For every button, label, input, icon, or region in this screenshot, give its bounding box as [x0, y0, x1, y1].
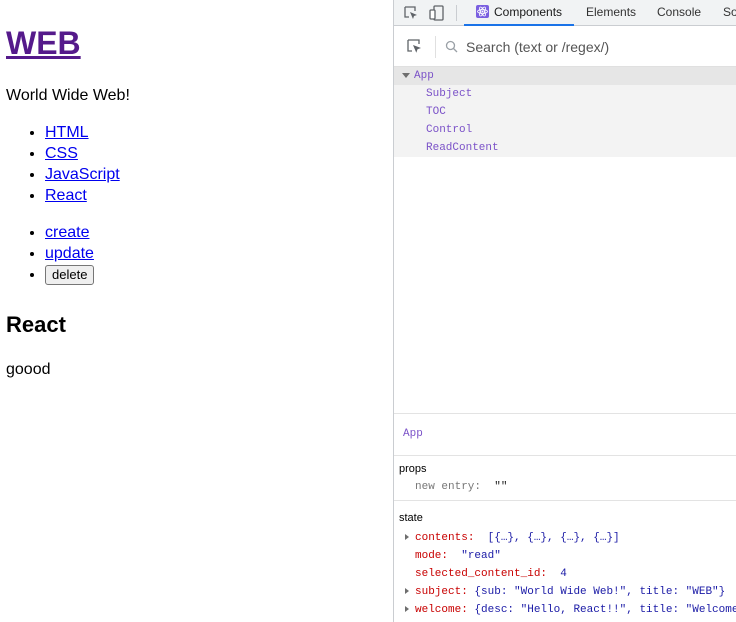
create-link[interactable]: create: [45, 224, 89, 241]
divider: [394, 413, 736, 414]
state-row-selected-content-id[interactable]: selected_content_id: 4: [394, 565, 736, 583]
state-heading: state: [399, 512, 423, 524]
device-toolbar-icon[interactable]: [428, 4, 446, 22]
state-row-contents[interactable]: contents: [{…}, {…}, {…}, {…}]: [394, 529, 736, 547]
article-title: React: [6, 312, 66, 337]
state-row-welcome[interactable]: welcome: {desc: "Hello, React!!", title:…: [394, 601, 736, 619]
expand-arrow-icon[interactable]: [402, 73, 410, 78]
prop-value: "": [494, 481, 508, 493]
toc-item: React: [45, 185, 120, 206]
search-separator: [435, 36, 436, 58]
expand-arrow-icon[interactable]: [405, 588, 409, 594]
tree-node-readcontent[interactable]: ReadContent: [394, 139, 736, 157]
tree-node-label: App: [414, 70, 434, 82]
props-heading: props: [399, 463, 427, 475]
search-icon: [445, 40, 458, 56]
react-logo-icon: [476, 5, 489, 18]
state-key: subject: [415, 586, 462, 598]
state-key: contents: [415, 532, 468, 544]
divider: [394, 500, 736, 501]
site-subtitle: World Wide Web!: [6, 87, 130, 104]
tab-components[interactable]: Components: [464, 0, 575, 26]
article-desc: goood: [6, 361, 51, 378]
site-title-link[interactable]: WEB: [6, 25, 81, 61]
tree-node-control[interactable]: Control: [394, 121, 736, 139]
site-title: WEB: [6, 24, 81, 62]
tab-components-label: Components: [494, 5, 563, 19]
toc-item: HTML: [45, 122, 120, 143]
tab-sources[interactable]: So: [723, 0, 736, 26]
component-search-bar: [394, 27, 736, 67]
toolbar-separator: [456, 5, 457, 21]
update-link[interactable]: update: [45, 245, 94, 262]
search-input[interactable]: [464, 35, 724, 59]
toc-list: HTML CSS JavaScript React: [0, 122, 120, 206]
web-page: WEB World Wide Web! HTML CSS JavaScript …: [0, 0, 393, 622]
tree-node-subject[interactable]: Subject: [394, 85, 736, 103]
state-row-subject[interactable]: subject: {sub: "World Wide Web!", title:…: [394, 583, 736, 601]
state-key: selected_content_id: [415, 568, 541, 580]
state-row-mode[interactable]: mode: "read": [394, 547, 736, 565]
tab-console[interactable]: Console: [657, 0, 701, 26]
prop-key: new entry: [415, 481, 475, 493]
state-value: [{…}, {…}, {…}, {…}]: [487, 532, 620, 544]
expand-arrow-icon[interactable]: [405, 534, 409, 540]
toc-item: CSS: [45, 143, 120, 164]
toc-link-javascript[interactable]: JavaScript: [45, 166, 120, 183]
toc-item: JavaScript: [45, 164, 120, 185]
delete-button[interactable]: delete: [45, 265, 95, 285]
tree-node-toc[interactable]: TOC: [394, 103, 736, 121]
devtools-panel: Components Elements Console So App Subje…: [393, 0, 736, 622]
expand-arrow-icon[interactable]: [405, 606, 409, 612]
control-item: create: [45, 222, 94, 243]
inspect-element-icon[interactable]: [402, 4, 420, 22]
control-item: update: [45, 243, 94, 264]
state-value: 4: [560, 568, 567, 580]
control-item: delete: [45, 264, 95, 285]
state-key: welcome: [415, 604, 462, 616]
tab-elements[interactable]: Elements: [586, 0, 636, 26]
select-component-icon[interactable]: [406, 38, 424, 59]
component-tree: App Subject TOC Control ReadContent: [394, 67, 736, 157]
selected-component-name: App: [403, 428, 423, 440]
toc-link-css[interactable]: CSS: [45, 145, 78, 162]
control-list: create update delete: [0, 222, 95, 285]
props-row-new-entry[interactable]: new entry: "": [394, 478, 736, 496]
divider: [394, 455, 736, 456]
state-value: {desc: "Hello, React!!", title: "Welcome…: [474, 604, 736, 616]
state-value: "read": [461, 550, 501, 562]
tree-node-app[interactable]: App: [394, 67, 736, 85]
state-value: {sub: "World Wide Web!", title: "WEB"}: [474, 586, 726, 598]
devtools-toolbar: Components Elements Console So: [394, 0, 736, 26]
toc-link-html[interactable]: HTML: [45, 124, 89, 141]
toc-link-react[interactable]: React: [45, 187, 87, 204]
state-key: mode: [415, 550, 442, 562]
